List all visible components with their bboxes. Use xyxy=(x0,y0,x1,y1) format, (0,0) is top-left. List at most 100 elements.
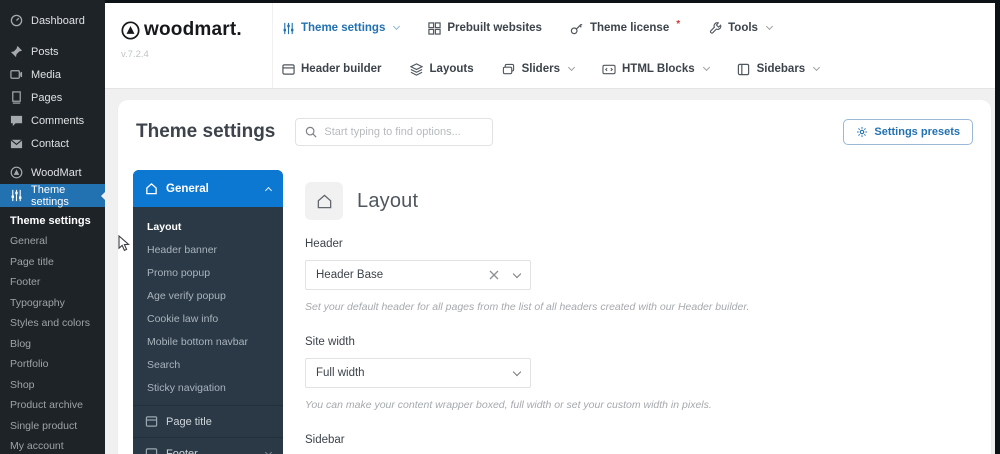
comment-icon xyxy=(10,114,23,127)
sidebar-item-woodmart[interactable]: WoodMart xyxy=(0,161,105,184)
sidebar-item-dashboard[interactable]: Dashboard xyxy=(0,9,105,32)
logo-text: woodmart. xyxy=(144,19,242,40)
nav-label: Tools xyxy=(728,22,758,34)
sidebar-layout-icon xyxy=(737,62,751,76)
chevron-down-icon xyxy=(567,63,576,72)
logo-box: woodmart. v.7.2.4 xyxy=(105,3,273,88)
submenu-item-product-archive[interactable]: Product archive xyxy=(0,395,105,416)
submenu-item-general[interactable]: General xyxy=(0,231,105,252)
nav-header-builder[interactable]: Header builder xyxy=(281,62,382,76)
option-mobile-bottom-navbar[interactable]: Mobile bottom navbar xyxy=(133,330,283,353)
header-field-description: Set your default header for all pages fr… xyxy=(305,301,750,313)
presets-button-label: Settings presets xyxy=(874,126,960,138)
chevron-down-icon xyxy=(702,63,710,72)
header-select[interactable]: Header Base xyxy=(305,260,531,290)
home-icon xyxy=(305,182,343,220)
sidebar-item-label: Comments xyxy=(31,114,85,127)
nav-sidebars[interactable]: Sidebars xyxy=(737,62,821,76)
general-items: Layout Header banner Promo popup Age ver… xyxy=(133,207,283,405)
footer-icon xyxy=(145,447,158,454)
browser-window-icon xyxy=(281,62,295,76)
option-promo-popup[interactable]: Promo popup xyxy=(133,261,283,284)
pushpin-icon xyxy=(10,45,23,58)
sidebar-item-label: Dashboard xyxy=(31,14,85,27)
dashboard-icon xyxy=(10,14,23,27)
nav-theme-license[interactable]: Theme license * xyxy=(570,18,681,35)
section-page-title[interactable]: Page title xyxy=(133,405,283,437)
section-label: Footer xyxy=(166,447,198,454)
option-sticky-navigation[interactable]: Sticky navigation xyxy=(133,376,283,399)
submenu-item-blog[interactable]: Blog xyxy=(0,334,105,355)
site-width-select[interactable]: Full width xyxy=(305,358,531,388)
page-title: Theme settings xyxy=(136,121,276,142)
nav-label: Sliders xyxy=(521,63,560,75)
gear-icon xyxy=(856,126,868,138)
option-cookie-law-info[interactable]: Cookie law info xyxy=(133,307,283,330)
nav-tools[interactable]: Tools xyxy=(708,21,773,35)
nav-html-blocks[interactable]: HTML Blocks xyxy=(602,62,710,76)
option-age-verify-popup[interactable]: Age verify popup xyxy=(133,284,283,307)
license-asterisk: * xyxy=(676,18,681,30)
nav-label: Sidebars xyxy=(756,63,806,75)
submenu-item-portfolio[interactable]: Portfolio xyxy=(0,354,105,375)
nav-sliders[interactable]: Sliders xyxy=(502,62,576,76)
slides-stack-icon xyxy=(502,62,516,76)
nav-label: Header builder xyxy=(301,63,382,75)
nav-label: Theme settings xyxy=(301,22,386,34)
wp-admin-sidebar: Dashboard Posts Media Pages Comments Con… xyxy=(0,0,106,454)
nav-theme-settings[interactable]: Theme settings xyxy=(281,21,401,35)
layers-icon xyxy=(410,62,424,76)
sidebar-item-media[interactable]: Media xyxy=(0,63,105,86)
clear-icon[interactable] xyxy=(489,270,499,280)
settings-presets-button[interactable]: Settings presets xyxy=(843,119,973,145)
settings-content: Layout Header Header Base Set your defau… xyxy=(283,170,973,454)
option-header-banner[interactable]: Header banner xyxy=(133,238,283,261)
version-label: v.7.2.4 xyxy=(121,49,149,60)
submenu-item-styles-and-colors[interactable]: Styles and colors xyxy=(0,313,105,334)
sidebar-item-theme-settings[interactable]: Theme settings xyxy=(0,183,106,208)
chevron-down-icon xyxy=(512,367,522,376)
nav-layouts[interactable]: Layouts xyxy=(410,62,474,76)
content-heading: Layout xyxy=(357,189,419,212)
sidebar-item-label: Theme settings xyxy=(31,183,69,208)
woodmart-logo-icon xyxy=(10,166,23,179)
section-label: General xyxy=(166,182,209,195)
pages-icon xyxy=(10,91,23,104)
submenu-item-footer[interactable]: Footer xyxy=(0,272,105,293)
woodmart-topbar: woodmart. v.7.2.4 Theme settings Prebuil… xyxy=(105,3,995,89)
submenu-item-typography[interactable]: Typography xyxy=(0,293,105,314)
submenu-item-shop[interactable]: Shop xyxy=(0,375,105,396)
main-area: woodmart. v.7.2.4 Theme settings Prebuil… xyxy=(105,3,995,454)
sidebar-item-label: Posts xyxy=(31,45,59,58)
search-input[interactable] xyxy=(324,126,484,138)
sidebar-item-posts[interactable]: Posts xyxy=(0,40,105,63)
page-title-icon xyxy=(145,415,158,428)
section-label: Page title xyxy=(166,415,212,428)
options-search[interactable] xyxy=(295,118,494,146)
submenu-item-page-title[interactable]: Page title xyxy=(0,252,105,273)
section-footer[interactable]: Footer xyxy=(133,437,283,454)
sidebar-item-label: Contact xyxy=(31,137,69,150)
grid-icon xyxy=(427,21,441,35)
topbar-nav-secondary: Header builder Layouts Sliders HTML Bloc… xyxy=(281,54,821,84)
card-body: General Layout Header banner Promo popup… xyxy=(118,160,991,454)
header-select-value: Header Base xyxy=(316,269,384,281)
nav-label: Theme license xyxy=(589,22,670,34)
media-icon xyxy=(10,68,23,81)
nav-prebuilt-websites[interactable]: Prebuilt websites xyxy=(427,21,542,35)
sidebar-item-contact[interactable]: Contact xyxy=(0,132,105,155)
option-search[interactable]: Search xyxy=(133,353,283,376)
option-layout[interactable]: Layout xyxy=(133,215,283,238)
submenu-item-my-account[interactable]: My account xyxy=(0,436,105,454)
code-block-icon xyxy=(602,62,616,76)
sidebar-item-pages[interactable]: Pages xyxy=(0,86,105,109)
section-general[interactable]: General xyxy=(133,170,283,207)
chevron-down-icon xyxy=(512,269,522,278)
chevron-down-icon xyxy=(393,22,401,31)
site-width-field-description: You can make your content wrapper boxed,… xyxy=(305,399,712,411)
submenu-item-single-product[interactable]: Single product xyxy=(0,416,105,437)
settings-sections-nav: General Layout Header banner Promo popup… xyxy=(133,170,283,454)
home-icon xyxy=(145,182,158,195)
sidebar-item-comments[interactable]: Comments xyxy=(0,109,105,132)
header-field-label: Header xyxy=(305,238,343,250)
